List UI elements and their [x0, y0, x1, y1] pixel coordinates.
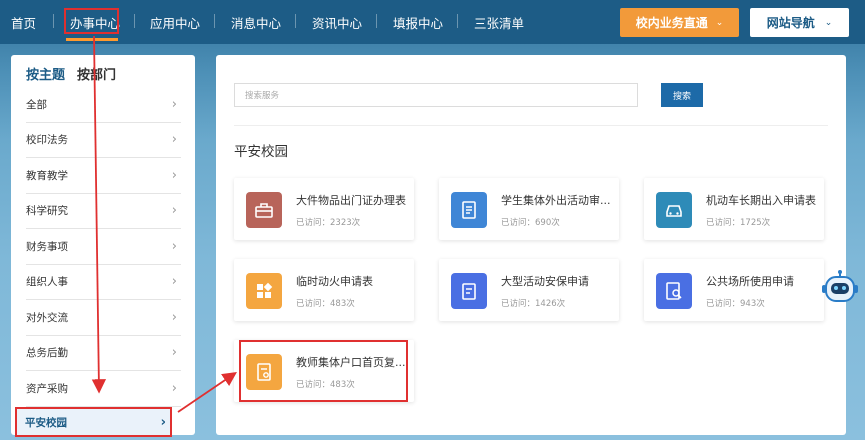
arrow-down	[91, 35, 107, 394]
arrow-right	[177, 371, 237, 413]
annotation-arrows	[91, 35, 237, 413]
